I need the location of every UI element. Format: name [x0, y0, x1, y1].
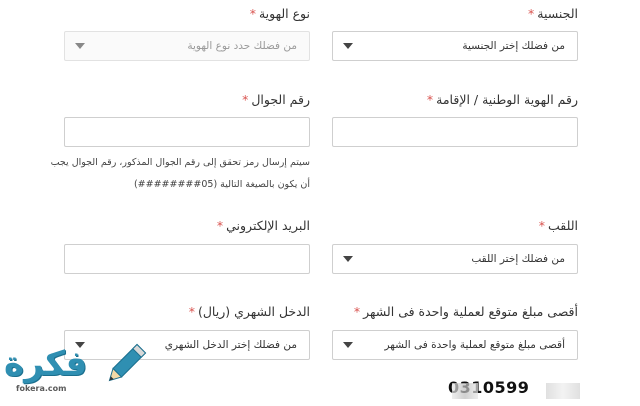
- nationality-select-value: من فضلك إختر الجنسية: [462, 40, 565, 52]
- monthly-income-select-value: من فضلك إختر الدخل الشهري: [164, 339, 297, 351]
- monthly-income-label: الدخل الشهري (ريال)*: [188, 304, 310, 319]
- title-select[interactable]: من فضلك إختر اللقب: [332, 244, 578, 274]
- chevron-down-icon: [343, 43, 353, 49]
- national-id-input[interactable]: [332, 117, 578, 147]
- nationality-select[interactable]: من فضلك إختر الجنسية: [332, 31, 578, 61]
- title-select-value: من فضلك إختر اللقب: [471, 253, 565, 265]
- chevron-down-icon: [75, 43, 85, 49]
- id-type-select-placeholder: من فضلك حدد نوع الهوية: [187, 40, 297, 52]
- mobile-label: رقم الجوال*: [242, 92, 310, 107]
- national-id-label: رقم الهوية الوطنية / الإقامة*: [426, 92, 578, 107]
- logo-name: فكرة: [4, 344, 88, 384]
- max-amount-label: أقصى مبلغ متوقع لعملية واحدة فى الشهر*: [353, 304, 578, 319]
- email-label: البريد الإلكتروني*: [216, 218, 310, 233]
- chevron-down-icon: [343, 256, 353, 262]
- max-amount-select-value: أقصى مبلغ متوقع لعملية واحدة فى الشهر: [384, 339, 566, 351]
- max-amount-select[interactable]: أقصى مبلغ متوقع لعملية واحدة فى الشهر: [332, 330, 578, 360]
- title-label: اللقب*: [538, 218, 578, 233]
- watermark-logo: فكرة fokera.com: [4, 340, 154, 402]
- id-type-select[interactable]: من فضلك حدد نوع الهوية: [64, 31, 310, 61]
- chevron-down-icon: [343, 342, 353, 348]
- mobile-hint-line2: أن يكون بالصيغة التالية (05########): [133, 179, 310, 190]
- redaction-blur: [452, 383, 478, 399]
- email-input[interactable]: [64, 244, 310, 274]
- id-type-label: نوع الهوية*: [249, 6, 310, 21]
- pencil-icon: [108, 343, 147, 382]
- logo-domain: fokera.com: [16, 384, 67, 393]
- redaction-blur: [546, 383, 580, 399]
- nationality-label: الجنسية*: [528, 6, 578, 21]
- mobile-input[interactable]: [64, 117, 310, 147]
- mobile-hint-line1: سيتم إرسال رمز تحقق إلى رقم الجوال المذك…: [50, 157, 310, 168]
